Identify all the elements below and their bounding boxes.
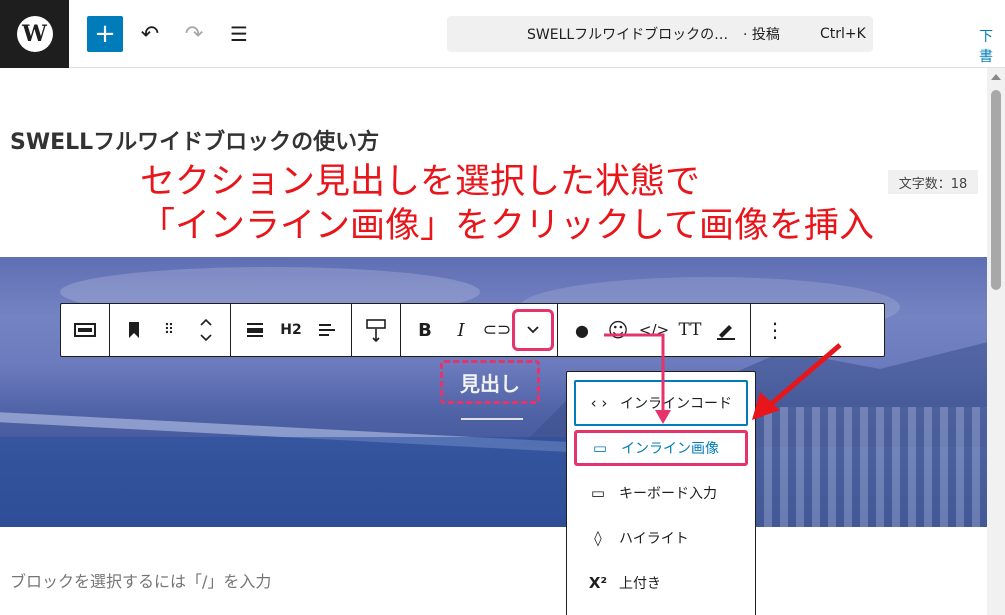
parent-block-icon bbox=[74, 323, 96, 337]
toolbar-group-height bbox=[352, 304, 401, 356]
typeface-icon: TT bbox=[678, 320, 702, 340]
inline-image-icon: ▭ bbox=[592, 439, 608, 457]
toolbar-group-swell: ● ☺ </> TT bbox=[558, 304, 751, 356]
font-size-button[interactable]: TT bbox=[672, 312, 708, 348]
align-left-icon bbox=[319, 324, 335, 336]
command-shortcut: Ctrl+K bbox=[820, 26, 866, 42]
redo-icon: ↷ bbox=[184, 21, 204, 47]
drag-handle-icon: ⠿ bbox=[163, 322, 177, 338]
highlight-drop-icon: ◊ bbox=[594, 529, 602, 547]
post-title[interactable]: SWELLフルワイドブロックの使い方 bbox=[10, 124, 379, 156]
toolbar-group-parent bbox=[61, 304, 110, 356]
save-draft-link[interactable]: 下書 bbox=[979, 26, 1005, 66]
block-placeholder[interactable]: ブロックを選択するには「/」を入力 bbox=[10, 568, 271, 592]
code-button[interactable]: </> bbox=[636, 312, 672, 348]
undo-icon: ↶ bbox=[140, 21, 160, 47]
min-height-button[interactable] bbox=[358, 312, 394, 348]
align-wide-icon bbox=[247, 323, 263, 337]
editor-top-bar: W + ↶ ↷ ☰ SWELLフルワイドブロックの… · 投稿 Ctrl+K 下… bbox=[0, 0, 1005, 68]
menu-item-label: インラインコード bbox=[620, 396, 732, 412]
char-count-badge: 文字数：18 bbox=[888, 170, 978, 194]
menu-item-inline-image[interactable]: ▭ インライン画像 bbox=[574, 430, 748, 466]
document-type: · 投稿 bbox=[743, 27, 780, 43]
toolbar-group-format: B I ⊂⊃ bbox=[401, 304, 558, 356]
more-formats-button[interactable] bbox=[512, 309, 554, 351]
chevron-down-icon bbox=[527, 326, 539, 334]
list-view-button[interactable]: ☰ bbox=[221, 16, 257, 52]
smile-icon: ☺ bbox=[607, 318, 629, 342]
select-parent-button[interactable] bbox=[67, 312, 103, 348]
pen-icon bbox=[717, 325, 735, 340]
undo-button[interactable]: ↶ bbox=[132, 16, 168, 52]
code-icon: ‹ › bbox=[590, 394, 608, 412]
menu-item-label: キーボード入力 bbox=[619, 486, 717, 502]
document-title: SWELLフルワイドブロックの… bbox=[527, 27, 729, 43]
link-icon: ⊂⊃ bbox=[482, 320, 512, 340]
command-palette-bar[interactable]: SWELLフルワイドブロックの… · 投稿 Ctrl+K bbox=[447, 16, 873, 52]
chevron-up-down-icon bbox=[200, 318, 212, 342]
italic-button[interactable]: I bbox=[443, 312, 479, 348]
heading-level-button[interactable]: H2 bbox=[273, 312, 309, 348]
toolbar-group-align: H2 bbox=[231, 304, 352, 356]
text-align-button[interactable] bbox=[309, 312, 345, 348]
section-heading[interactable]: 見出し bbox=[440, 360, 540, 404]
keyboard-icon: ▭ bbox=[590, 484, 606, 502]
move-up-down-button[interactable] bbox=[188, 312, 224, 348]
list-view-icon: ☰ bbox=[230, 22, 248, 46]
more-vertical-icon: ⋮ bbox=[765, 318, 785, 342]
code-icon: </> bbox=[638, 321, 670, 339]
menu-item-highlight[interactable]: ◊ ハイライト bbox=[575, 519, 747, 557]
link-button[interactable]: ⊂⊃ bbox=[479, 312, 515, 348]
drag-handle[interactable]: ⠿ bbox=[152, 312, 188, 348]
editor-scrollbar[interactable] bbox=[987, 68, 1005, 615]
block-type-button[interactable] bbox=[116, 312, 152, 348]
menu-item-keyboard-input[interactable]: ▭ キーボード入力 bbox=[575, 474, 747, 512]
plus-icon: + bbox=[94, 19, 116, 49]
block-toolbar: ⠿ H2 B I ⊂⊃ ● ☺ </> TT ⋮ bbox=[60, 303, 885, 357]
menu-item-label: 上付き bbox=[619, 576, 661, 592]
marker-button[interactable]: ● bbox=[564, 312, 600, 348]
annotation-line-1: セクション見出しを選択した状態で bbox=[140, 162, 701, 202]
wordpress-logo-icon: W bbox=[16, 16, 53, 52]
menu-item-label: ハイライト bbox=[619, 531, 689, 547]
bookmark-icon bbox=[129, 322, 139, 338]
superscript-icon: X² bbox=[588, 574, 608, 592]
menu-item-label: インライン画像 bbox=[621, 441, 719, 457]
options-button[interactable]: ⋮ bbox=[757, 312, 793, 348]
wordpress-logo-button[interactable]: W bbox=[0, 0, 69, 68]
toolbar-group-options: ⋮ bbox=[751, 304, 799, 356]
bold-button[interactable]: B bbox=[407, 312, 443, 348]
block-align-button[interactable] bbox=[237, 312, 273, 348]
menu-item-inline-code[interactable]: ‹ › インラインコード bbox=[574, 380, 748, 426]
annotation-text: セクション見出しを選択した状態で 「インライン画像」をクリックして画像を挿入 bbox=[140, 160, 874, 248]
highlight-color-button[interactable] bbox=[708, 312, 744, 348]
add-block-button[interactable]: + bbox=[87, 16, 123, 52]
menu-item-superscript[interactable]: X² 上付き bbox=[575, 564, 747, 602]
scroll-up-icon[interactable] bbox=[991, 74, 1001, 80]
emoji-button[interactable]: ☺ bbox=[600, 312, 636, 348]
more-formats-dropdown: ‹ › インラインコード ▭ インライン画像 ▭ キーボード入力 ◊ ハイライト… bbox=[566, 371, 756, 615]
scroll-thumb[interactable] bbox=[991, 90, 1001, 290]
heading-underline bbox=[461, 418, 523, 420]
redo-button[interactable]: ↷ bbox=[176, 16, 212, 52]
annotation-line-2: 「インライン画像」をクリックして画像を挿入 bbox=[140, 206, 874, 246]
marker-icon: ● bbox=[575, 320, 589, 340]
toolbar-group-block: ⠿ bbox=[110, 304, 231, 356]
height-icon bbox=[366, 319, 386, 343]
